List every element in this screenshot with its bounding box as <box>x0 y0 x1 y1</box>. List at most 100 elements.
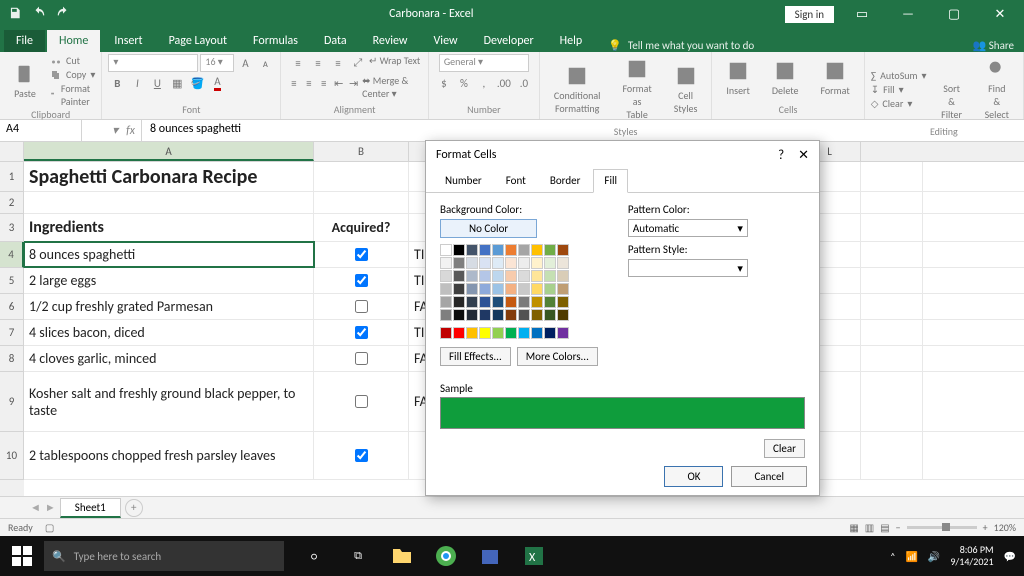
cell-B7[interactable] <box>314 320 409 345</box>
cell-A7[interactable]: 4 slices bacon, diced <box>24 320 314 345</box>
color-swatch[interactable] <box>453 296 465 308</box>
color-swatch[interactable] <box>453 309 465 321</box>
merge-center-button[interactable]: ⬌ Merge & Center ▾ <box>362 74 422 100</box>
fill-effects-button[interactable]: Fill Effects... <box>440 347 511 366</box>
color-swatch[interactable] <box>531 257 543 269</box>
color-swatch[interactable] <box>531 244 543 256</box>
cell-A4[interactable]: 8 ounces spaghetti <box>24 242 314 267</box>
color-swatch[interactable] <box>492 283 504 295</box>
cell-B6[interactable] <box>314 294 409 319</box>
select-all-corner[interactable] <box>0 142 24 162</box>
tab-help[interactable]: Help <box>548 30 595 52</box>
checkbox-row-9[interactable] <box>355 395 368 408</box>
color-swatch[interactable] <box>440 270 452 282</box>
color-swatch[interactable] <box>466 257 478 269</box>
name-box[interactable]: A4 <box>0 120 82 141</box>
cell-A2[interactable] <box>24 192 314 213</box>
cell-A3[interactable]: Ingredients <box>24 214 314 241</box>
cell-undefined8[interactable] <box>861 346 923 371</box>
fill-button[interactable]: ↧ Fill ▾ <box>871 83 927 96</box>
cell-undefined6[interactable] <box>861 294 923 319</box>
row-header-7[interactable]: 7 <box>0 320 24 346</box>
color-swatch[interactable] <box>518 270 530 282</box>
cell-A10[interactable]: 2 tablespoons chopped fresh parsley leav… <box>24 432 314 479</box>
color-swatch[interactable] <box>557 257 569 269</box>
font-name-select[interactable]: ▾ <box>108 54 198 72</box>
row-header-5[interactable]: 5 <box>0 268 24 294</box>
notifications-icon[interactable]: 💬 <box>1004 550 1016 563</box>
align-top-icon[interactable]: ≡ <box>289 54 307 72</box>
decrease-indent-icon[interactable]: ⇤ <box>332 74 345 92</box>
cell-B4[interactable] <box>314 242 409 267</box>
tab-review[interactable]: Review <box>361 30 420 52</box>
color-swatch[interactable] <box>544 244 556 256</box>
redo-icon[interactable] <box>56 6 70 23</box>
color-swatch[interactable] <box>453 327 465 339</box>
tab-file[interactable]: File <box>4 30 45 52</box>
color-swatch[interactable] <box>440 327 452 339</box>
sheet-nav-next-icon[interactable]: ► <box>45 501 56 514</box>
wrap-text-button[interactable]: ↵ Wrap Text <box>369 54 420 72</box>
color-swatch[interactable] <box>531 309 543 321</box>
dialog-clear-button[interactable]: Clear <box>764 439 805 458</box>
color-swatch[interactable] <box>518 296 530 308</box>
view-page-break-icon[interactable]: ▤ <box>880 521 889 534</box>
tab-developer[interactable]: Developer <box>472 30 546 52</box>
increase-font-icon[interactable]: A <box>236 54 254 72</box>
sheet-tab-active[interactable]: Sheet1 <box>60 498 121 518</box>
column-header-B[interactable]: B <box>314 142 409 161</box>
align-left-icon[interactable]: ≡ <box>287 74 300 92</box>
task-view-icon[interactable]: ⧉ <box>338 536 378 576</box>
ribbon-options-icon[interactable]: ▭ <box>844 7 880 22</box>
color-swatch[interactable] <box>479 257 491 269</box>
color-swatch[interactable] <box>505 257 517 269</box>
checkbox-row-8[interactable] <box>355 352 368 365</box>
format-cells-button[interactable]: Format <box>812 56 857 101</box>
zoom-slider[interactable] <box>907 526 977 529</box>
taskbar-search[interactable]: 🔍 Type here to search <box>44 541 284 571</box>
cell-styles-button[interactable]: Cell Styles <box>666 61 706 119</box>
color-swatch[interactable] <box>518 327 530 339</box>
checkbox-row-6[interactable] <box>355 300 368 313</box>
color-swatch[interactable] <box>518 244 530 256</box>
color-swatch[interactable] <box>505 327 517 339</box>
checkbox-row-7[interactable] <box>355 326 368 339</box>
zoom-in-icon[interactable]: + <box>983 521 988 534</box>
tab-insert[interactable]: Insert <box>102 30 154 52</box>
dialog-tab-fill[interactable]: Fill <box>593 169 628 193</box>
cell-undefined7[interactable] <box>861 320 923 345</box>
decrease-font-icon[interactable]: ᴀ <box>256 54 274 72</box>
align-right-icon[interactable]: ≡ <box>317 74 330 92</box>
color-swatch[interactable] <box>479 244 491 256</box>
tab-home[interactable]: Home <box>47 30 100 52</box>
fx-icon[interactable]: ▾fx <box>82 120 142 141</box>
row-header-3[interactable]: 3 <box>0 214 24 242</box>
cell-A6[interactable]: 1/2 cup freshly grated Parmesan <box>24 294 314 319</box>
maximize-icon[interactable]: ▢ <box>936 7 972 22</box>
row-header-9[interactable]: 9 <box>0 372 24 432</box>
view-normal-icon[interactable]: ▦ <box>849 521 858 534</box>
save-icon[interactable] <box>8 6 22 23</box>
minimize-icon[interactable]: — <box>890 7 926 22</box>
add-sheet-button[interactable]: + <box>125 499 143 517</box>
conditional-formatting-button[interactable]: Conditional Formatting <box>546 61 609 119</box>
color-swatch[interactable] <box>518 309 530 321</box>
tell-me[interactable]: 💡 Tell me what you want to do <box>608 39 754 52</box>
cell-B2[interactable] <box>314 192 409 213</box>
cell-B5[interactable] <box>314 268 409 293</box>
sheet-nav-prev-icon[interactable]: ◄ <box>30 501 41 514</box>
italic-button[interactable]: I <box>128 74 146 92</box>
align-middle-icon[interactable]: ≡ <box>309 54 327 72</box>
checkbox-row-10[interactable] <box>355 449 368 462</box>
color-swatch[interactable] <box>557 270 569 282</box>
align-center-icon[interactable]: ≡ <box>302 74 315 92</box>
font-size-select[interactable]: 16 ▾ <box>200 54 234 72</box>
sort-filter-button[interactable]: Sort & Filter <box>933 54 971 125</box>
zoom-level[interactable]: 120% <box>994 521 1016 534</box>
cell-A9[interactable]: Kosher salt and freshly ground black pep… <box>24 372 314 431</box>
color-swatch[interactable] <box>453 257 465 269</box>
color-swatch[interactable] <box>466 309 478 321</box>
cell-undefined10[interactable] <box>861 432 923 479</box>
color-swatch[interactable] <box>544 283 556 295</box>
color-swatch[interactable] <box>479 283 491 295</box>
